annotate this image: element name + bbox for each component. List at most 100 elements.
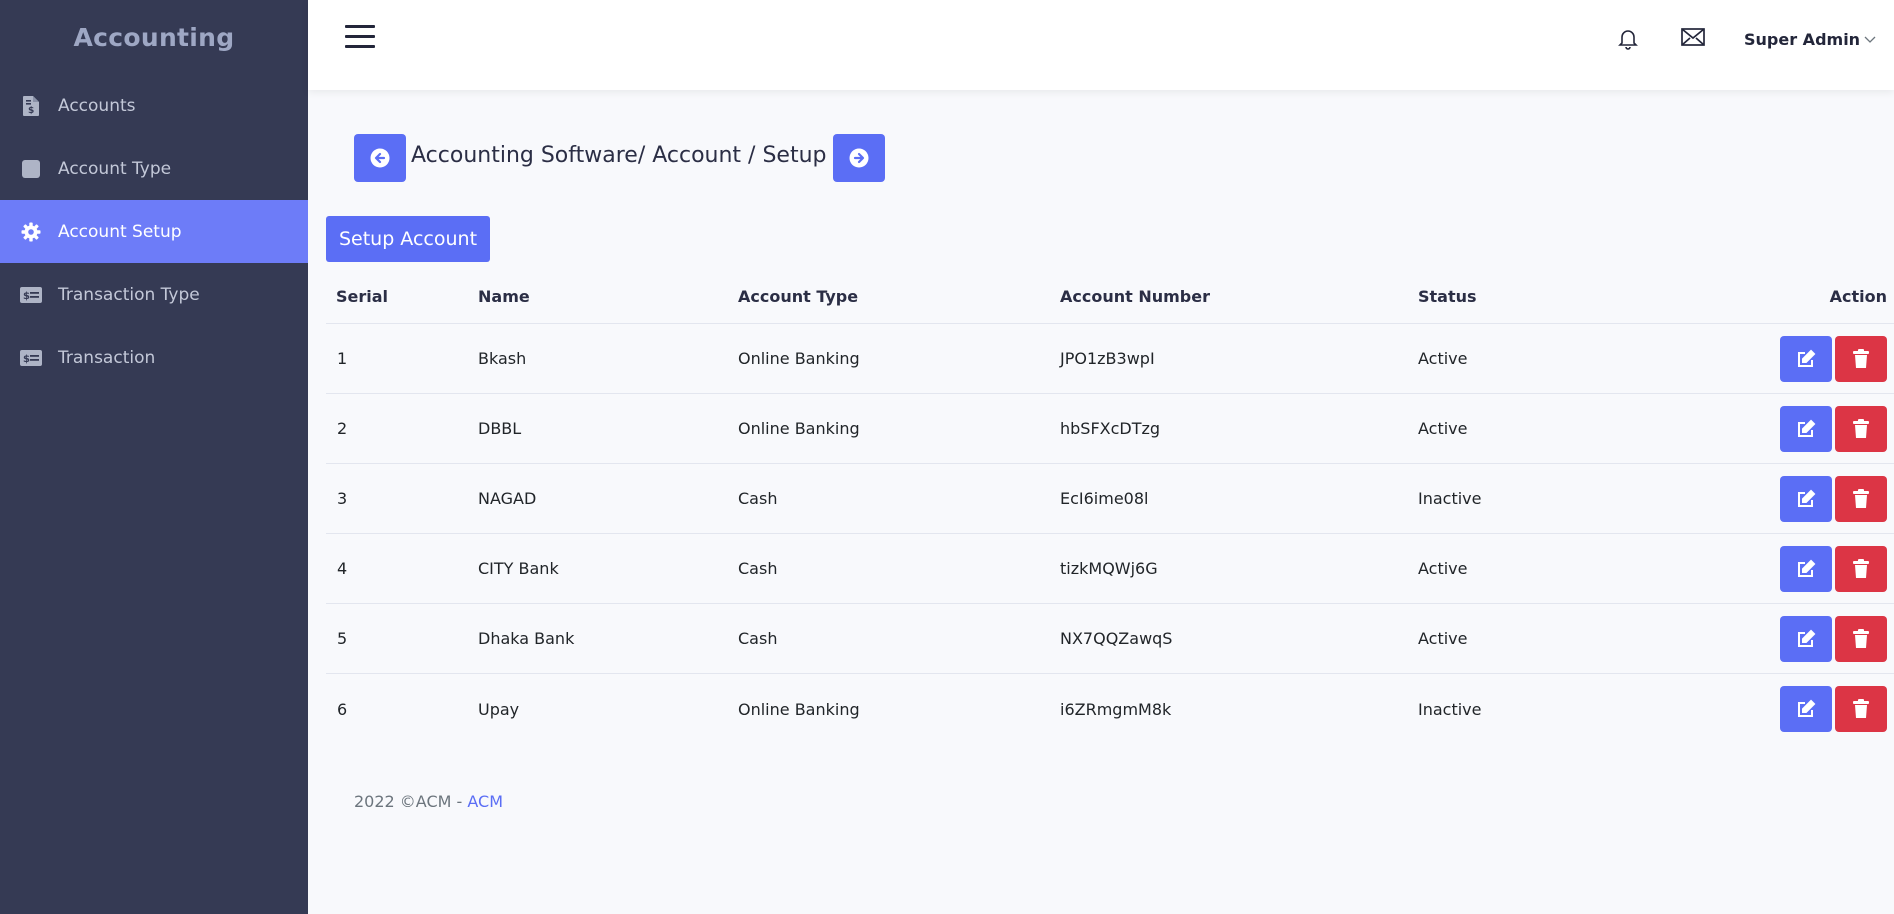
edit-icon — [1798, 699, 1816, 717]
table-row: 2 DBBL Online Banking hbSFXcDTzg Active — [326, 394, 1894, 464]
menu-toggle-icon[interactable] — [345, 25, 375, 49]
cell-actions — [1718, 335, 1894, 382]
square-icon — [20, 158, 42, 180]
trash-icon — [1853, 628, 1869, 648]
column-header-account-type: Account Type — [738, 287, 859, 306]
arrow-left-circle-icon — [370, 148, 390, 168]
file-invoice-dollar-icon: $ — [20, 95, 42, 117]
cell-account-number: tizkMQWj6G — [1060, 559, 1158, 578]
cell-serial: 5 — [337, 629, 348, 648]
chevron-down-icon — [1864, 36, 1876, 43]
delete-button[interactable] — [1835, 405, 1887, 452]
svg-text:$: $ — [23, 291, 30, 302]
cell-serial: 3 — [337, 489, 348, 508]
mail-icon[interactable] — [1680, 26, 1706, 50]
setup-account-button[interactable]: Setup Account — [326, 216, 490, 262]
cell-status: Inactive — [1418, 489, 1482, 508]
cell-serial: 6 — [337, 699, 348, 719]
edit-icon — [1798, 629, 1816, 647]
cell-account-type: Online Banking — [738, 349, 860, 368]
edit-button[interactable] — [1780, 475, 1832, 522]
breadcrumb: Accounting Software/ Account / Setup — [354, 134, 885, 182]
table-body: 1 Bkash Online Banking JPO1zB3wpI Active 2 DBB… — [326, 324, 1894, 744]
delete-button[interactable] — [1835, 686, 1887, 732]
edit-icon — [1798, 419, 1816, 437]
cell-actions — [1718, 615, 1894, 662]
footer-text: 2022 ©ACM - — [354, 792, 468, 811]
cell-name: NAGAD — [478, 489, 537, 508]
edit-button[interactable] — [1780, 335, 1832, 382]
sidebar-item-transaction-type[interactable]: $ Transaction Type — [0, 263, 308, 326]
table-row: 6 Upay Online Banking i6ZRmgmM8k Inactive — [326, 674, 1894, 744]
column-header-action: Action — [1829, 287, 1887, 306]
table-row: 1 Bkash Online Banking JPO1zB3wpI Active — [326, 324, 1894, 394]
cell-name: CITY Bank — [478, 559, 559, 578]
sidebar: Accounting $ Accounts Account Type Accou… — [0, 0, 308, 914]
svg-text:$: $ — [28, 106, 34, 116]
table-row: 4 CITY Bank Cash tizkMQWj6G Active — [326, 534, 1894, 604]
sidebar-item-accounts[interactable]: $ Accounts — [0, 74, 308, 137]
user-name: Super Admin — [1744, 30, 1861, 49]
column-header-account-number: Account Number — [1060, 287, 1210, 306]
forward-button[interactable] — [832, 134, 885, 182]
cell-account-type: Online Banking — [738, 419, 860, 438]
edit-button[interactable] — [1780, 615, 1832, 662]
cell-actions — [1718, 545, 1894, 592]
page-title: Accounting Software/ Account / Setup — [411, 142, 827, 168]
column-header-status: Status — [1418, 287, 1477, 306]
delete-button[interactable] — [1835, 545, 1887, 592]
cell-account-number: i6ZRmgmM8k — [1060, 699, 1172, 719]
trash-icon — [1853, 558, 1869, 578]
sidebar-item-label: Accounts — [58, 95, 136, 116]
sidebar-item-label: Account Setup — [58, 221, 182, 242]
arrow-right-circle-icon — [849, 148, 868, 168]
footer-link[interactable]: ACM — [467, 792, 503, 811]
brand-logo[interactable]: Accounting — [0, 0, 308, 74]
user-menu[interactable]: Super Admin — [1744, 30, 1876, 49]
trash-icon — [1853, 418, 1869, 438]
edit-button[interactable] — [1780, 545, 1832, 592]
sidebar-item-label: Transaction Type — [58, 284, 200, 305]
cell-actions — [1718, 405, 1894, 452]
footer: 2022 ©ACM - ACM — [354, 792, 503, 811]
cell-status: Active — [1418, 559, 1468, 578]
cell-account-type: Cash — [738, 559, 778, 578]
trash-icon — [1853, 488, 1869, 508]
edit-icon — [1798, 349, 1816, 367]
delete-button[interactable] — [1835, 475, 1887, 522]
delete-button[interactable] — [1835, 615, 1887, 662]
cell-account-number: EcI6ime08l — [1060, 489, 1149, 508]
cell-serial: 1 — [337, 349, 348, 368]
cell-status: Active — [1418, 629, 1468, 648]
bell-icon[interactable] — [1616, 26, 1640, 50]
sidebar-item-label: Transaction — [58, 347, 156, 368]
sidebar-item-label: Account Type — [58, 158, 172, 179]
delete-button[interactable] — [1835, 335, 1887, 382]
cell-account-type: Cash — [738, 489, 778, 508]
cell-account-number: JPO1zB3wpI — [1060, 349, 1155, 368]
cell-name: Dhaka Bank — [478, 629, 575, 648]
sidebar-item-account-setup[interactable]: Account Setup — [0, 200, 308, 263]
cell-status: Active — [1418, 419, 1468, 438]
trash-icon — [1853, 348, 1869, 368]
table-row: 5 Dhaka Bank Cash NX7QQZawqS Active — [326, 604, 1894, 674]
cell-name: Bkash — [478, 349, 527, 368]
accounts-table: Serial Name Account Type Account Number … — [326, 270, 1894, 744]
column-header-name: Name — [478, 287, 530, 306]
back-button[interactable] — [354, 134, 406, 182]
cell-status: Active — [1418, 349, 1468, 368]
cell-name: Upay — [478, 699, 520, 719]
table-header: Serial Name Account Type Account Number … — [326, 270, 1894, 324]
money-check-icon: $ — [20, 347, 42, 369]
edit-button[interactable] — [1780, 405, 1832, 452]
sidebar-item-transaction[interactable]: $ Transaction — [0, 326, 308, 389]
cell-actions — [1718, 475, 1894, 522]
topbar: Super Admin — [308, 0, 1894, 90]
sidebar-item-account-type[interactable]: Account Type — [0, 137, 308, 200]
edit-button[interactable] — [1780, 686, 1832, 732]
edit-icon — [1798, 489, 1816, 507]
cell-account-number: NX7QQZawqS — [1060, 629, 1173, 648]
svg-text:$: $ — [23, 354, 30, 365]
gear-icon — [20, 221, 42, 243]
cell-actions — [1718, 686, 1894, 732]
